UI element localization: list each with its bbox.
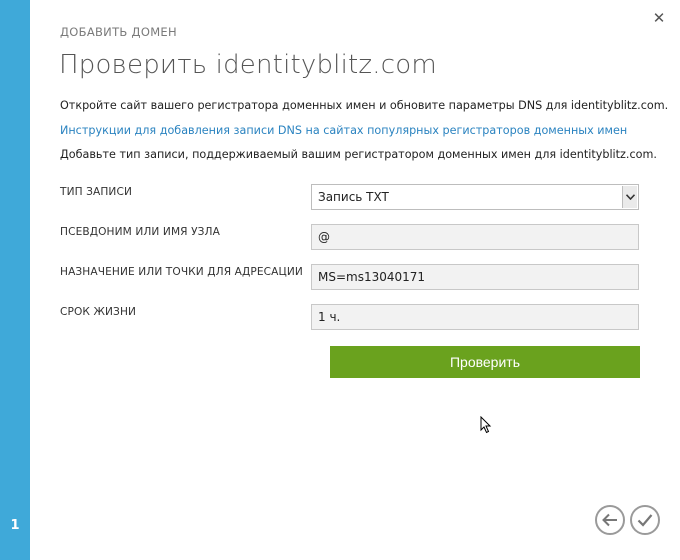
target-label: НАЗНАЧЕНИЕ ИЛИ ТОЧКИ ДЛЯ АДРЕСАЦИИ [60,266,303,278]
intro-text: Откройте сайт вашего регистратора доменн… [60,99,669,112]
alias-value: @ [318,230,330,244]
chevron-down-icon[interactable] [622,186,637,208]
mouse-cursor-icon [480,416,492,434]
close-icon[interactable]: ✕ [651,10,667,26]
record-type-select[interactable]: Запись TXT [311,184,639,210]
add-record-text: Добавьте тип записи, поддерживаемый ваши… [60,148,657,161]
instructions-link[interactable]: Инструкции для добавления записи DNS на … [60,124,627,137]
alias-label: ПСЕВДОНИМ ИЛИ ИМЯ УЗЛА [60,226,220,238]
target-value: MS=ms13040171 [318,270,426,284]
target-field[interactable]: MS=ms13040171 [311,264,639,290]
alias-field[interactable]: @ [311,224,639,250]
record-type-value: Запись TXT [318,190,389,204]
step-number: 1 [10,518,20,533]
record-type-label: ТИП ЗАПИСИ [60,186,132,198]
dialog-overline: ДОБАВИТЬ ДОМЕН [60,25,177,39]
checkmark-icon[interactable] [630,505,660,535]
page-title: Проверить identityblitz.com [59,50,437,80]
arrow-left-icon[interactable] [595,505,625,535]
ttl-field[interactable]: 1 ч. [311,304,639,330]
ttl-value: 1 ч. [318,310,341,324]
wizard-side-strip: 1 [0,0,30,560]
add-domain-dialog: ✕ ДОБАВИТЬ ДОМЕН Проверить identityblitz… [30,0,680,560]
ttl-label: СРОК ЖИЗНИ [60,306,137,318]
verify-button[interactable]: Проверить [330,346,640,378]
